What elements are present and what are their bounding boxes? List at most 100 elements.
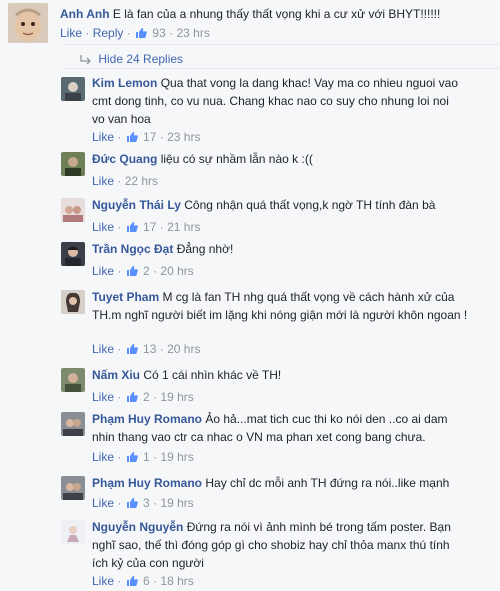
hide-replies-toggle[interactable]: Hide 24 Replies xyxy=(80,52,183,66)
hide-replies-label[interactable]: Hide 24 Replies xyxy=(98,52,183,66)
like-link[interactable]: Like xyxy=(92,574,114,588)
like-count[interactable]: 17 xyxy=(143,130,156,144)
thumbs-up-icon xyxy=(126,222,138,232)
like-link[interactable]: Like xyxy=(92,220,114,234)
baby-face-avatar-icon xyxy=(8,3,48,43)
like-count[interactable]: 1 xyxy=(143,450,150,464)
like-link[interactable]: Like xyxy=(92,174,114,188)
reply-time[interactable]: 23 hrs xyxy=(167,130,200,144)
like-link[interactable]: Like xyxy=(92,264,114,278)
thumbs-up-icon xyxy=(126,452,138,462)
reply-text: vo van hoa xyxy=(92,112,151,126)
user-avatar-icon xyxy=(61,152,85,176)
reply-meta: Like · 17 · 21 hrs xyxy=(92,220,200,234)
like-link[interactable]: Like xyxy=(92,342,114,356)
like-count[interactable]: 2 xyxy=(143,264,150,278)
reply-text: nhin thang vao ctr ca nhac o VN ma phan … xyxy=(92,430,426,444)
reply-avatar[interactable] xyxy=(61,198,85,222)
meta-dot: · xyxy=(117,450,122,464)
reply-meta: Like · 1 · 19 hrs xyxy=(92,450,194,464)
reply-meta: Like · 13 · 20 hrs xyxy=(92,342,200,356)
reply-item: Đức Quang liệu có sự nhầm lẫn nào k :(( … xyxy=(61,150,491,190)
reply-author[interactable]: Phạm Huy Romano xyxy=(92,476,202,490)
reply-text: cmt dong tinh, co vu nua. Chang khac nao… xyxy=(92,94,449,108)
meta-dot: · xyxy=(153,390,158,404)
reply-text: Đẳng nhờ! xyxy=(176,242,234,256)
like-count[interactable]: 13 xyxy=(143,342,156,356)
meta-dot: · xyxy=(126,26,131,40)
reply-avatar[interactable] xyxy=(61,77,85,101)
reply-meta: Like · 6 · 18 hrs xyxy=(92,574,194,588)
meta-dot: · xyxy=(159,342,164,356)
comment-author[interactable]: Anh Anh xyxy=(60,7,110,21)
meta-dot: · xyxy=(117,264,122,278)
reply-text: Hay chỉ dc mỗi anh TH đứng ra nói..like … xyxy=(205,476,450,490)
reply-time[interactable]: 22 hrs xyxy=(125,174,158,188)
thumbs-up-icon xyxy=(126,498,138,508)
thumbs-up-icon xyxy=(136,28,147,38)
meta-dot: · xyxy=(153,450,158,464)
reply-meta: Like · 3 · 19 hrs xyxy=(92,496,194,510)
thumbs-up-icon xyxy=(126,132,138,142)
divider xyxy=(61,44,500,45)
reply-avatar[interactable] xyxy=(61,476,85,500)
divider xyxy=(61,68,500,69)
reply-time[interactable]: 19 hrs xyxy=(160,450,193,464)
reply-avatar[interactable] xyxy=(61,152,85,176)
user-avatar-icon xyxy=(61,412,85,436)
reply-avatar[interactable] xyxy=(61,290,85,314)
comment-avatar[interactable] xyxy=(8,3,48,43)
reply-arrow-icon xyxy=(80,55,91,65)
reply-avatar[interactable] xyxy=(61,412,85,436)
reply-text: ích kỷ của con người xyxy=(92,556,204,570)
reply-item: Nguyễn Thái Ly Công nhận quá thất vọng,k… xyxy=(61,196,491,236)
reply-item: Nguyễn Nguyễn Đứng ra nói vì ảnh mình bé… xyxy=(61,518,491,590)
like-count[interactable]: 3 xyxy=(143,496,150,510)
reply-text: Có 1 cái nhìn khác về TH! xyxy=(143,368,282,382)
reply-link[interactable]: Reply xyxy=(93,26,124,40)
reply-author[interactable]: Tuyet Pham xyxy=(92,290,159,304)
reply-author[interactable]: Kim Lemon xyxy=(92,76,157,90)
like-link[interactable]: Like xyxy=(92,130,114,144)
like-count[interactable]: 6 xyxy=(143,574,150,588)
user-avatar-icon xyxy=(61,368,85,392)
reply-time[interactable]: 18 hrs xyxy=(160,574,193,588)
thumbs-up-icon xyxy=(126,392,138,402)
like-count[interactable]: 17 xyxy=(143,220,156,234)
thumbs-up-icon xyxy=(126,344,138,354)
reply-time[interactable]: 19 hrs xyxy=(160,496,193,510)
reply-avatar[interactable] xyxy=(61,520,85,544)
meta-dot: · xyxy=(117,220,122,234)
reply-author[interactable]: Nấm Xiu xyxy=(92,368,140,382)
meta-dot: · xyxy=(85,26,90,40)
meta-dot: · xyxy=(169,26,174,40)
reply-text: Qua that vong la dang khac! Vay ma co nh… xyxy=(160,76,458,90)
reply-author[interactable]: Phạm Huy Romano xyxy=(92,412,202,426)
reply-author[interactable]: Đức Quang xyxy=(92,152,157,166)
comment-text: E là fan của a nhung thấy thất vọng khi … xyxy=(112,7,441,21)
reply-avatar[interactable] xyxy=(61,242,85,266)
reply-time[interactable]: 20 hrs xyxy=(160,264,193,278)
reply-time[interactable]: 20 hrs xyxy=(167,342,200,356)
reply-time[interactable]: 21 hrs xyxy=(167,220,200,234)
reply-text: TH.m nghĩ người biết im lặng khi nóng gi… xyxy=(92,308,468,322)
like-link[interactable]: Like xyxy=(92,496,114,510)
reply-text: Đứng ra nói vì ảnh mình bé trong tấm pos… xyxy=(186,520,451,534)
comment-time[interactable]: 23 hrs xyxy=(176,26,209,40)
reply-text: liệu có sự nhầm lẫn nào k :(( xyxy=(160,152,313,166)
comment-meta: Like · Reply · 93 · 23 hrs xyxy=(60,26,210,40)
reply-time[interactable]: 19 hrs xyxy=(160,390,193,404)
like-link[interactable]: Like xyxy=(92,450,114,464)
like-count[interactable]: 93 xyxy=(152,26,165,40)
reply-avatar[interactable] xyxy=(61,368,85,392)
like-link[interactable]: Like xyxy=(60,26,82,40)
reply-author[interactable]: Trần Ngọc Đạt xyxy=(92,242,173,256)
like-link[interactable]: Like xyxy=(92,390,114,404)
meta-dot: · xyxy=(117,574,122,588)
user-avatar-icon xyxy=(61,290,85,314)
like-count[interactable]: 2 xyxy=(143,390,150,404)
reply-author[interactable]: Nguyễn Thái Ly xyxy=(92,198,181,212)
reply-author[interactable]: Nguyễn Nguyễn xyxy=(92,520,183,534)
user-avatar-icon xyxy=(61,520,85,544)
meta-dot: · xyxy=(153,496,158,510)
